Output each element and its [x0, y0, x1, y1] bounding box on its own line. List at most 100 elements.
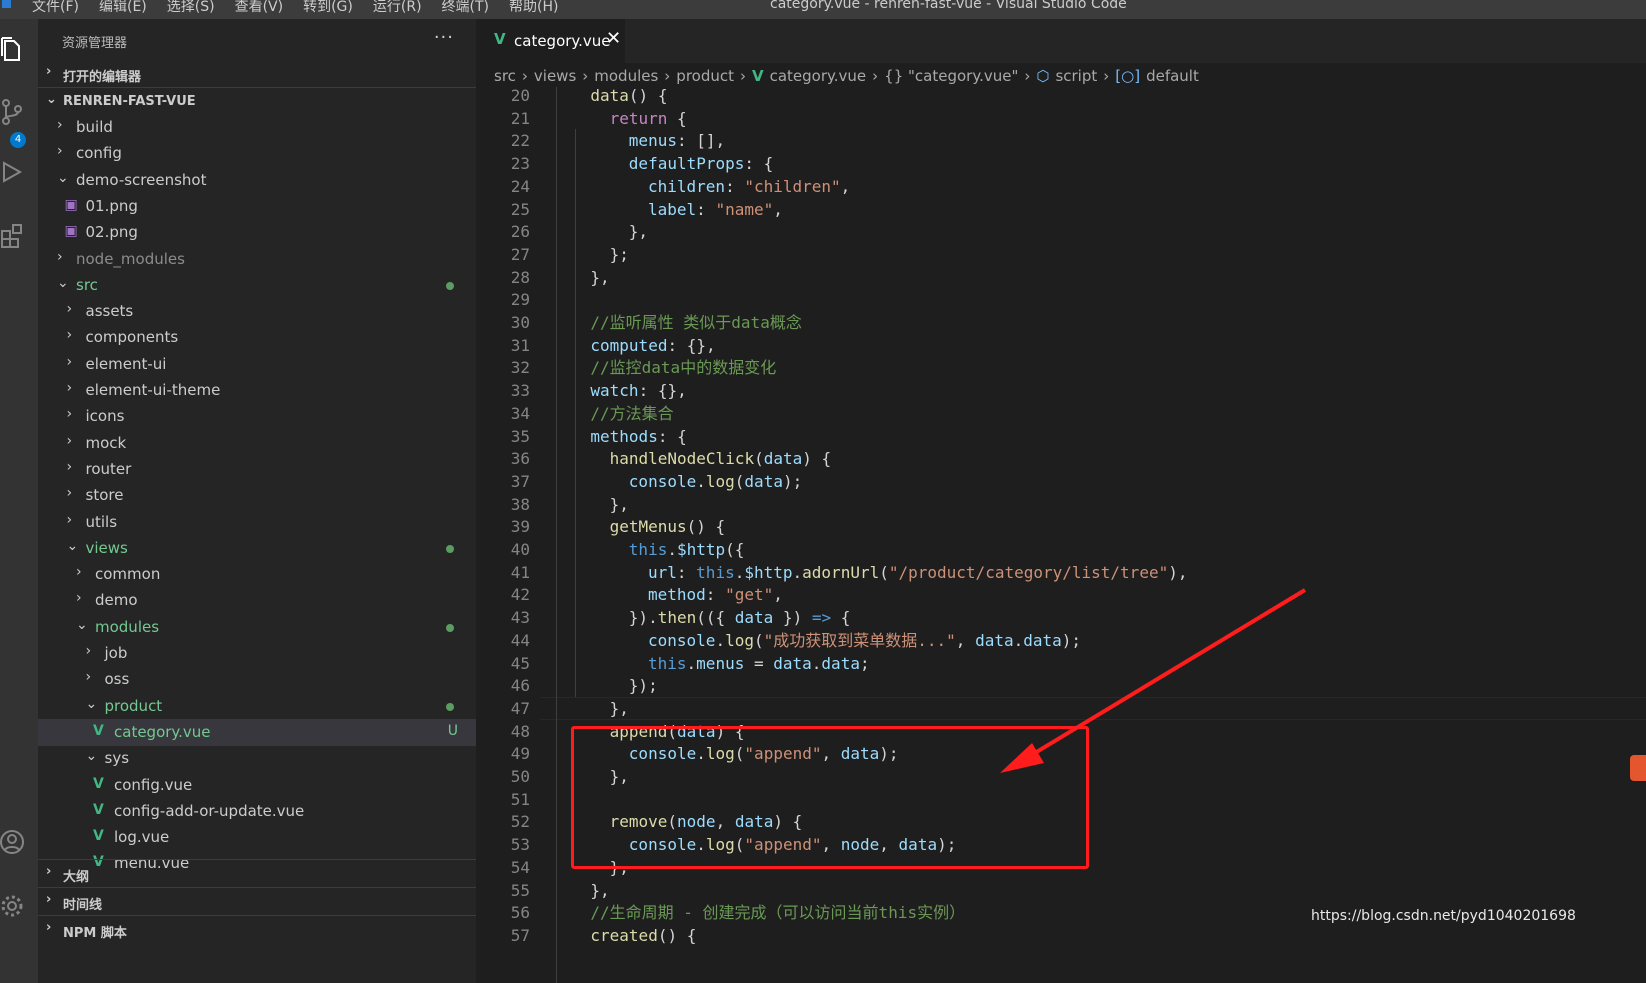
breadcrumb-modules[interactable]: modules [594, 67, 658, 85]
code-text: }); [628, 676, 658, 696]
menu-selection[interactable]: 选择(S) [167, 0, 215, 16]
line-number: 28 [510, 267, 530, 287]
section-npm-scripts[interactable]: › NPM 脚本 [38, 917, 476, 943]
tree-folder[interactable]: › build [38, 114, 476, 141]
extensions-icon[interactable] [0, 219, 24, 249]
account-icon[interactable] [0, 827, 24, 857]
tree-folder[interactable]: › icons [38, 403, 476, 430]
tree-file[interactable]: Vcategory.vue U [38, 718, 476, 746]
tree-folder[interactable]: › utils [38, 509, 476, 536]
tree-folder[interactable]: ⌄ product [38, 693, 476, 720]
explorer-icon[interactable] [0, 35, 24, 65]
menu-run[interactable]: 运行(R) [373, 0, 422, 16]
tree-folder[interactable]: ⌄ src [38, 272, 476, 299]
line-number: 40 [510, 540, 530, 559]
breadcrumb-script[interactable]: script [1055, 67, 1097, 85]
menu-view[interactable]: 查看(V) [235, 0, 284, 16]
line-number: 52 [510, 812, 530, 832]
line-number: 41 [510, 562, 530, 582]
tree-folder[interactable]: › assets [38, 298, 476, 325]
tab-category-vue[interactable]: V category.vue ✕ [476, 19, 625, 63]
code-text: }, [609, 494, 629, 514]
section-outline[interactable]: › 大纲 [38, 861, 476, 887]
breadcrumb-default[interactable]: default [1146, 67, 1199, 85]
menu-help[interactable]: 帮助(H) [509, 0, 558, 16]
tree-folder[interactable]: › element-ui-theme [38, 377, 476, 404]
tree-item-label: mock [85, 433, 127, 452]
breadcrumb-module[interactable]: {} "category.vue" [884, 67, 1018, 85]
line-number: 44 [510, 630, 530, 650]
tree-folder[interactable]: ⌄ modules [38, 614, 476, 641]
code-text: children: "children", [648, 176, 851, 196]
tree-folder[interactable]: › router [38, 456, 476, 483]
tree-folder[interactable]: ⌄ sys [38, 745, 476, 772]
tree-folder[interactable]: › demo [38, 587, 476, 614]
line-number: 20 [510, 87, 530, 105]
tab-bar: V category.vue ✕ [476, 19, 1646, 63]
code-text: this.menus = data.data; [648, 653, 870, 673]
code-text: }).then(({ data }) => { [628, 608, 851, 628]
section-timeline[interactable]: › 时间线 [38, 889, 476, 915]
tree-file[interactable]: ▣ 02.png [38, 219, 476, 246]
tree-file[interactable]: Vlog.vue [38, 824, 476, 851]
vue-file-icon: V [93, 722, 104, 739]
tree-item-label: job [104, 644, 128, 662]
tree-folder[interactable]: › config [38, 140, 476, 167]
line-number: 22 [510, 131, 530, 151]
menu-file[interactable]: 文件(F) [32, 0, 79, 16]
code-line: 28}, [476, 266, 1646, 289]
tree-item-label: views [85, 538, 128, 557]
breadcrumb-src[interactable]: src [494, 67, 516, 85]
tree-folder[interactable]: › oss [38, 666, 476, 693]
chevron-right-icon: › [76, 590, 82, 607]
menu-edit[interactable]: 编辑(E) [99, 0, 147, 16]
breadcrumb-file[interactable]: category.vue [770, 67, 867, 85]
image-file-icon: ▣ [64, 196, 78, 213]
section-open-editors[interactable]: › 打开的编辑器 [38, 61, 476, 87]
chevron-down-icon: ⌄ [46, 92, 57, 107]
code-line: 32 //监控data中的数据变化 [476, 356, 1646, 379]
line-number: 45 [510, 653, 530, 673]
settings-gear-icon[interactable] [0, 891, 24, 921]
code-text: handleNodeClick(data) { [609, 449, 832, 469]
tree-item-label: src [76, 275, 98, 294]
code-text: methods: { [590, 426, 687, 446]
chevron-right-icon: › [66, 511, 73, 528]
tree-folder[interactable]: ⌄ demo-screenshot [38, 167, 476, 194]
tree-file[interactable]: ▣ 01.png [38, 193, 476, 220]
vue-file-icon: V [93, 801, 104, 818]
run-debug-icon[interactable] [0, 157, 24, 187]
chevron-right-icon: › [872, 67, 879, 85]
menu-go[interactable]: 转到(G) [303, 0, 353, 16]
title-bar: 文件(F) 编辑(E) 选择(S) 查看(V) 转到(G) 运行(R) 终端(T… [0, 0, 1646, 19]
section-project[interactable]: ⌄ RENREN-FAST-VUE [38, 89, 476, 115]
code-text: }, [590, 267, 610, 287]
more-actions-icon[interactable]: ··· [434, 27, 454, 48]
code-text: menus: [], [628, 131, 726, 151]
code-line: 25 label: "name", [476, 198, 1646, 221]
floating-widget-icon[interactable] [1630, 755, 1646, 781]
chevron-right-icon: › [46, 920, 52, 935]
tree-folder[interactable]: › common [38, 561, 476, 588]
menu-terminal[interactable]: 终端(T) [442, 0, 489, 16]
tree-file[interactable]: Vconfig-add-or-update.vue [38, 798, 476, 825]
tree-item-label: common [95, 565, 161, 584]
tree-folder[interactable]: › element-ui [38, 351, 476, 378]
source-control-icon[interactable] [0, 97, 24, 127]
line-number: 54 [510, 857, 530, 877]
tree-folder[interactable]: › components [38, 324, 476, 351]
close-icon[interactable]: ✕ [606, 28, 621, 49]
tree-item-label: modules [95, 617, 160, 636]
tree-folder[interactable]: › store [38, 482, 476, 509]
tree-folder[interactable]: ⌄ views [38, 535, 476, 562]
breadcrumb-views[interactable]: views [534, 67, 576, 85]
breadcrumb-product[interactable]: product [676, 67, 734, 85]
line-number: 31 [510, 335, 530, 355]
tree-item-label: element-ui-theme [85, 381, 221, 399]
vue-file-icon: V [752, 67, 764, 85]
tree-folder[interactable]: › job [38, 640, 476, 667]
tree-file[interactable]: Vconfig.vue [38, 772, 476, 799]
tree-folder[interactable]: › mock [38, 430, 476, 457]
tree-folder[interactable]: › node_modules [38, 246, 476, 273]
code-text: label: "name", [648, 199, 783, 219]
